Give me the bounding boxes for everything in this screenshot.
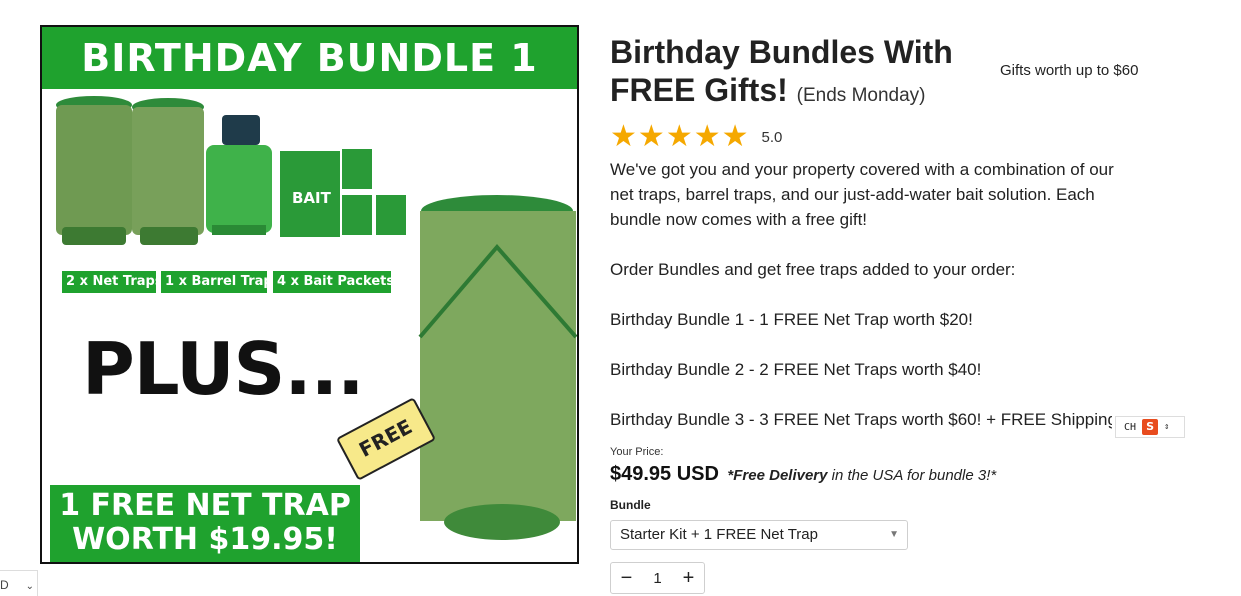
image-tag-barrel-trap: 1 x Barrel Trap xyxy=(161,271,273,293)
gifts-note: Gifts worth up to $60 xyxy=(1000,62,1139,79)
delivery-note-bold: *Free Delivery xyxy=(727,467,828,484)
barrel-trap xyxy=(206,115,272,235)
ime-language: CH xyxy=(1124,421,1137,433)
delivery-note: *Free Delivery in the USA for bundle 3!* xyxy=(727,467,996,484)
quantity-stepper[interactable]: − 1 + xyxy=(610,562,705,594)
bait-label-main: BAIT xyxy=(292,189,332,207)
bundle-offer-line: Birthday Bundle 3 - 3 FREE Net Traps wor… xyxy=(610,410,1112,429)
ime-toolbar[interactable]: CH S ⇕ xyxy=(1115,416,1185,438)
price-label: Your Price: xyxy=(610,446,664,458)
product-title-ends: (Ends Monday) xyxy=(796,85,926,106)
star-icon: ★ xyxy=(665,119,693,154)
bundle-select-value: Starter Kit + 1 FREE Net Trap xyxy=(620,526,818,543)
net-trap-right xyxy=(132,98,204,245)
delivery-note-rest: in the USA for bundle 3!* xyxy=(827,467,997,484)
image-banner-bottom-line1: 1 FREE NET TRAP xyxy=(59,488,351,523)
chevron-down-icon: ⌄ xyxy=(25,581,34,592)
bundle-offer-line: Birthday Bundle 1 - 1 FREE Net Trap wort… xyxy=(610,310,973,329)
bait-packets: BAIT xyxy=(280,149,406,237)
bundle-select[interactable]: Starter Kit + 1 FREE Net Trap ▼ xyxy=(610,520,908,550)
product-title: Birthday Bundles With FREE Gifts! (Ends … xyxy=(610,33,970,115)
chevron-down-icon: ▼ xyxy=(889,529,899,540)
price-row: $49.95 USD *Free Delivery in the USA for… xyxy=(610,463,996,486)
ime-updown-icon[interactable]: ⇕ xyxy=(1164,422,1169,432)
description-line: net traps, barrel traps, and our just-ad… xyxy=(610,185,1095,204)
image-tag-bait-packets: 4 x Bait Packets xyxy=(273,271,394,293)
star-icon: ★ xyxy=(693,119,721,154)
bundle-offer-line: Birthday Bundle 2 - 2 FREE Net Traps wor… xyxy=(610,360,982,379)
product-image[interactable]: BIRTHDAY BUNDLE 1 BAIT 2 x Net Traps 1 x… xyxy=(40,25,579,564)
description-line: We've got you and your property covered … xyxy=(610,160,1114,179)
quantity-decrease-button[interactable]: − xyxy=(611,567,642,590)
product-illustration: BAIT xyxy=(56,96,577,540)
star-icon: ★ xyxy=(721,119,749,154)
image-tag-net-traps: 2 x Net Traps xyxy=(62,271,163,293)
currency-selector-value: D xyxy=(0,578,9,592)
net-trap-left xyxy=(56,96,132,245)
image-banner-bottom-line2: WORTH $19.95! xyxy=(72,522,338,557)
currency-selector[interactable]: D ⌄ xyxy=(0,570,38,596)
description-line: bundle now comes with a free gift! xyxy=(610,210,868,229)
quantity-increase-button[interactable]: + xyxy=(673,567,704,590)
image-plus-text: PLUS... xyxy=(82,327,364,411)
large-net-trap xyxy=(418,195,577,540)
star-icon: ★ xyxy=(637,119,665,154)
rating-value: 5.0 xyxy=(761,128,783,146)
star-icon: ★ xyxy=(610,119,637,154)
image-banner-bottom: 1 FREE NET TRAP WORTH $19.95! xyxy=(50,485,360,562)
price-amount: $49.95 USD xyxy=(610,463,719,485)
quantity-value[interactable]: 1 xyxy=(642,570,673,587)
order-bundles-line: Order Bundles and get free traps added t… xyxy=(610,260,1016,279)
ime-logo-icon: S xyxy=(1142,419,1159,435)
bundle-label: Bundle xyxy=(610,498,651,512)
rating[interactable]: ★ ★ ★ ★ ★ 5.0 xyxy=(610,122,782,152)
